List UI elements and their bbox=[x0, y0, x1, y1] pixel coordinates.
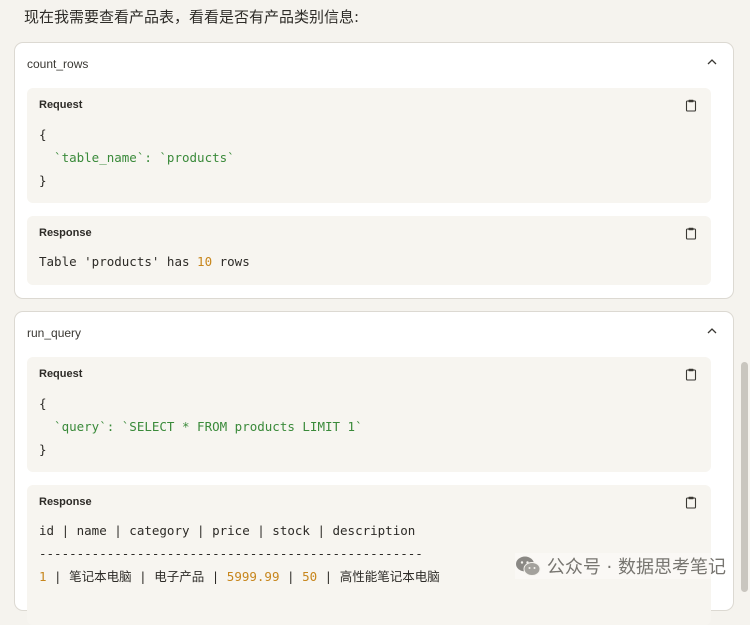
cell-id: 1 bbox=[39, 569, 47, 584]
intro-text: 现在我需要查看产品表，看看是否有产品类别信息: bbox=[24, 8, 360, 26]
request-label: Request bbox=[39, 368, 83, 380]
wechat-icon bbox=[515, 556, 541, 576]
watermark: 公众号 · 数据思考笔记 bbox=[514, 553, 726, 579]
code-line: `query`: `SELECT * FROM products LIMIT 1… bbox=[39, 419, 363, 434]
response-number: 10 bbox=[197, 254, 213, 269]
scrollbar-thumb[interactable] bbox=[741, 362, 748, 592]
chevron-up-icon[interactable] bbox=[705, 55, 719, 69]
code-line: { bbox=[39, 396, 47, 411]
clipboard-icon[interactable] bbox=[685, 99, 697, 112]
table-row: 1 | 笔记本电脑 | 电子产品 | 5999.99 | 50 | 高性能笔记本… bbox=[39, 569, 440, 584]
code-line: { bbox=[39, 127, 47, 142]
request-code: { `query`: `SELECT * FROM products LIMIT… bbox=[39, 392, 363, 461]
cell-category: 电子产品 bbox=[154, 569, 205, 584]
cell-price: 5999.99 bbox=[226, 569, 280, 584]
watermark-text: 公众号 · 数据思考笔记 bbox=[546, 557, 726, 578]
response-table: id | name | category | price | stock | d… bbox=[39, 519, 440, 588]
request-panel: Request { `table_name`: `products`} bbox=[27, 88, 711, 203]
response-panel: Response Table 'products' has 10 rows bbox=[27, 216, 711, 285]
request-panel: Request { `query`: `SELECT * FROM produc… bbox=[27, 357, 711, 472]
clipboard-icon[interactable] bbox=[685, 368, 697, 381]
table-divider: ----------------------------------------… bbox=[39, 546, 423, 561]
clipboard-icon[interactable] bbox=[685, 227, 697, 240]
cell-name: 笔记本电脑 bbox=[69, 569, 132, 584]
response-label: Response bbox=[39, 227, 92, 239]
request-code: { `table_name`: `products`} bbox=[39, 123, 235, 192]
tool-name[interactable]: count_rows bbox=[27, 57, 88, 71]
table-header: id | name | category | price | stock | d… bbox=[39, 523, 416, 538]
code-line: } bbox=[39, 173, 47, 188]
cell-stock: 50 bbox=[302, 569, 318, 584]
code-line: } bbox=[39, 442, 47, 457]
clipboard-icon[interactable] bbox=[685, 496, 697, 509]
response-prefix: Table 'products' has bbox=[39, 254, 198, 269]
response-suffix: rows bbox=[212, 254, 250, 269]
cell-description: 高性能笔记本电脑 bbox=[339, 569, 440, 584]
tool-call-count-rows: count_rows Request { `table_name`: `prod… bbox=[14, 42, 734, 299]
chevron-up-icon[interactable] bbox=[705, 324, 719, 338]
request-label: Request bbox=[39, 99, 83, 111]
response-text: Table 'products' has 10 rows bbox=[39, 250, 250, 273]
tool-name[interactable]: run_query bbox=[27, 326, 81, 340]
code-line: `table_name`: `products` bbox=[39, 150, 235, 165]
response-label: Response bbox=[39, 496, 92, 508]
